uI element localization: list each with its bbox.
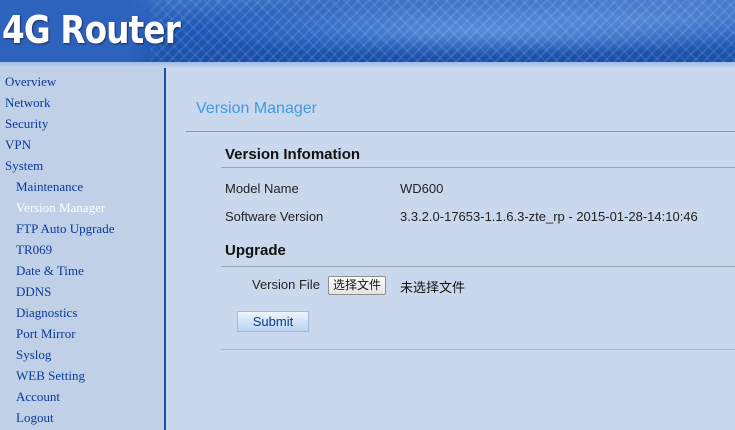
title-divider [186, 131, 735, 132]
bottom-divider [221, 349, 735, 350]
sidebar-item-ftp-auto-upgrade[interactable]: FTP Auto Upgrade [0, 218, 164, 239]
sidebar-item-overview[interactable]: Overview [0, 71, 164, 92]
sidebar-item-tr069[interactable]: TR069 [0, 239, 164, 260]
page-title: Version Manager [196, 100, 317, 117]
sidebar-item-ddns[interactable]: DDNS [0, 281, 164, 302]
choose-file-button[interactable]: 选择文件 [328, 276, 387, 295]
software-version-label: Software Version [225, 209, 324, 224]
upgrade-heading: Upgrade [225, 242, 286, 259]
header-banner: 4G Router [0, 0, 735, 62]
model-name-value: WD600 [400, 181, 444, 196]
sidebar-item-maintenance[interactable]: Maintenance [0, 176, 164, 197]
model-name-label: Model Name [225, 181, 299, 196]
sidebar-item-port-mirror[interactable]: Port Mirror [0, 323, 164, 344]
file-status-text: 未选择文件 [400, 281, 466, 296]
sidebar-item-date-time[interactable]: Date & Time [0, 260, 164, 281]
sidebar-item-web-setting[interactable]: WEB Setting [0, 365, 164, 386]
software-version-value: 3.3.2.0-17653-1.1.6.3-zte_rp - 2015-01-2… [400, 209, 698, 224]
sidebar-item-system[interactable]: System [0, 155, 164, 176]
sidebar-item-vpn[interactable]: VPN [0, 134, 164, 155]
sidebar-item-logout[interactable]: Logout [0, 407, 164, 428]
sidebar-item-account[interactable]: Account [0, 386, 164, 407]
sidebar-item-version-manager[interactable]: Version Manager [0, 197, 164, 218]
version-info-heading: Version Infomation [225, 146, 361, 163]
version-info-divider [221, 167, 735, 168]
sidebar-item-security[interactable]: Security [0, 113, 164, 134]
header-pattern [150, 0, 735, 62]
submit-button[interactable]: Submit [237, 311, 309, 332]
sidebar: Overview Network Security VPN System Maintena… [0, 68, 164, 430]
version-file-label: Version File [252, 277, 320, 292]
sidebar-nav: Overview Network Security VPN System Maintena… [0, 71, 164, 428]
sidebar-item-diagnostics[interactable]: Diagnostics [0, 302, 164, 323]
sidebar-item-network[interactable]: Network [0, 92, 164, 113]
upgrade-divider [221, 266, 735, 267]
main-content: Version Manager Version Infomation Model… [166, 68, 735, 430]
router-logo: 4G Router [2, 8, 181, 52]
sidebar-item-syslog[interactable]: Syslog [0, 344, 164, 365]
